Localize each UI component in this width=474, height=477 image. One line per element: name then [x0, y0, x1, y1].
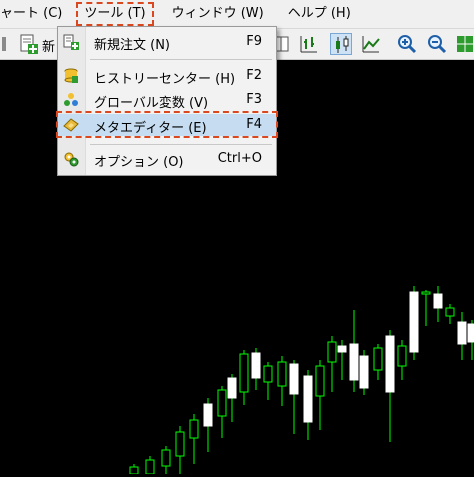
- menu-item-shortcut: F9: [246, 34, 262, 49]
- candle-body: [409, 291, 419, 353]
- grid-icon[interactable]: [454, 33, 474, 55]
- candle-body: [263, 365, 273, 383]
- menu-item-label: オプション (O): [94, 155, 184, 170]
- menu-separator: [90, 144, 272, 145]
- candle-body: [289, 363, 299, 395]
- candle-body: [129, 466, 139, 475]
- menu-chart[interactable]: ャート (C): [0, 2, 68, 26]
- menu-separator: [90, 59, 272, 60]
- menu-item-options[interactable]: オプション (O) Ctrl+O: [58, 148, 276, 170]
- candle-body: [189, 419, 199, 439]
- zoom-out-icon[interactable]: [426, 33, 448, 55]
- candle-body: [303, 375, 313, 423]
- menu-item-global-variables[interactable]: グローバル変数 (V) F3: [58, 89, 276, 111]
- candle-body: [457, 321, 467, 345]
- menu-item-label: ヒストリーセンター (H): [94, 72, 236, 87]
- line-chart-icon[interactable]: [360, 33, 382, 55]
- new-order-label[interactable]: 新: [42, 36, 55, 55]
- zoom-in-icon[interactable]: [396, 33, 418, 55]
- candle-body: [239, 353, 249, 393]
- candle-body: [433, 293, 443, 309]
- menu-item-shortcut: Ctrl+O: [217, 151, 262, 166]
- new-order-icon[interactable]: [18, 33, 40, 55]
- menu-tools[interactable]: ツール (T): [76, 2, 154, 26]
- new-order-icon: [63, 34, 79, 50]
- candle-body: [373, 347, 383, 371]
- meta-editor-icon: [63, 117, 79, 133]
- tools-dropdown-menu: 新規注文 (N) F9 ヒストリーセンター (H) F2 グローバル変数 (V)…: [56, 26, 278, 176]
- options-icon: [63, 151, 79, 167]
- candle-body: [349, 343, 359, 381]
- candle-body: [359, 355, 369, 389]
- menu-item-label: グローバル変数 (V): [94, 96, 209, 111]
- menu-item-history-center[interactable]: ヒストリーセンター (H) F2: [58, 65, 276, 87]
- menu-item-meta-editor[interactable]: メタエディター (E) F4: [56, 111, 278, 138]
- menu-item-label: 新規注文 (N): [94, 38, 171, 53]
- candle-body: [161, 449, 171, 467]
- history-center-icon: [63, 68, 79, 84]
- menu-window[interactable]: ウィンドウ (W): [166, 2, 270, 26]
- bar-chart-icon[interactable]: [298, 33, 320, 55]
- candle-body: [397, 345, 407, 367]
- candle-body: [227, 377, 237, 399]
- candle-body: [217, 389, 227, 417]
- candle-body: [327, 341, 337, 363]
- candle-body: [445, 307, 455, 317]
- candlestick-chart-icon[interactable]: [330, 33, 352, 55]
- menu-item-shortcut: F4: [246, 117, 262, 132]
- menu-item-label: メタエディター (E): [94, 121, 207, 136]
- menu-item-new-order[interactable]: 新規注文 (N) F9: [58, 31, 276, 53]
- candle-body: [203, 403, 213, 427]
- candle-body: [467, 323, 474, 343]
- candle-body: [315, 365, 325, 397]
- candle-body: [277, 361, 287, 387]
- candle-body: [385, 335, 395, 393]
- menu-bar: ャート (C) ツール (T) ウィンドウ (W) ヘルプ (H): [0, 0, 474, 29]
- global-variables-icon: [63, 92, 79, 108]
- menu-help[interactable]: ヘルプ (H): [282, 2, 357, 26]
- menu-item-shortcut: F3: [246, 92, 262, 107]
- candle-body: [337, 345, 347, 353]
- candle-body: [175, 431, 185, 457]
- candle-body: [421, 291, 431, 295]
- candle-body: [145, 459, 155, 475]
- menu-item-shortcut: F2: [246, 68, 262, 83]
- candle-body: [251, 352, 261, 379]
